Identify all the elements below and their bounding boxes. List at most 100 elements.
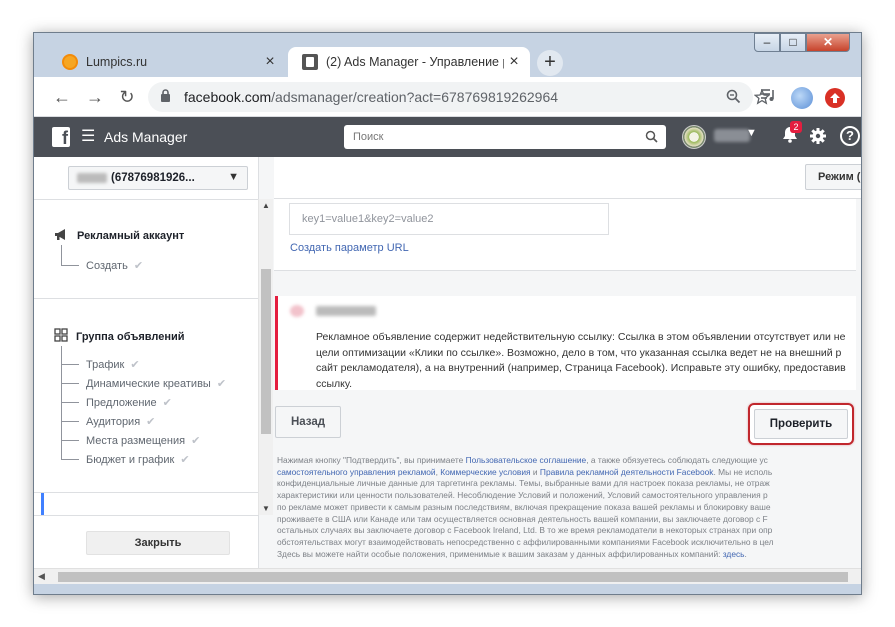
back-button[interactable]: Назад: [275, 406, 341, 438]
account-name-blurred: [77, 173, 107, 183]
check-icon: ✔: [191, 435, 201, 447]
tree-item-label: Предложение: [86, 397, 157, 409]
editor-pane: Режим ( key1=value1&key2=value2 Создать …: [274, 157, 861, 568]
tree-item-label: Аудитория: [86, 416, 141, 428]
advertising-policies-link[interactable]: Правила рекламной деятельности Facebook: [540, 467, 714, 477]
mode-button[interactable]: Режим (: [805, 164, 861, 190]
tree-connector: [61, 402, 79, 403]
tree-item-traffic[interactable]: Трафик ✔: [86, 358, 140, 371]
tree-item-dynamic-creatives[interactable]: Динамические креативы ✔: [86, 377, 226, 390]
tree-connector: [61, 459, 79, 460]
window-frame-bottom: [34, 584, 861, 594]
tree-connector: [61, 245, 62, 265]
tree-item-placements[interactable]: Места размещения ✔: [86, 434, 200, 447]
sidebar-scrollbar[interactable]: ▲ ▼: [258, 199, 273, 515]
url-host: facebook.com: [184, 89, 272, 105]
url-params-card: key1=value1&key2=value2 Создать параметр…: [274, 199, 856, 271]
minimize-button[interactable]: –: [754, 33, 780, 52]
menu-icon[interactable]: ☰: [81, 126, 95, 146]
app-title[interactable]: Ads Manager: [104, 129, 187, 145]
section-title: Группа объявлений: [76, 330, 185, 343]
facebook-logo-icon[interactable]: f: [52, 127, 70, 148]
horizontal-scrollbar[interactable]: ◀: [34, 568, 861, 584]
megaphone-icon: [54, 228, 69, 244]
navigation-sidebar: (67876981926... ▼ Рекламный аккаунт Созд…: [34, 157, 259, 568]
account-name-blurred[interactable]: [714, 129, 750, 142]
scroll-up-icon[interactable]: ▲: [262, 201, 270, 210]
legal-text-part: . Мы не исполь: [713, 466, 773, 477]
fb-header: f ☰ Ads Manager Поиск ▼ 2 ?: [34, 117, 861, 157]
grid-icon: [54, 328, 68, 345]
address-bar[interactable]: facebook.com/adsmanager/creation?act=678…: [148, 82, 771, 112]
browser-window: Lumpics.ru × (2) Ads Manager - Управлени…: [33, 32, 862, 595]
tree-connector: [61, 440, 79, 441]
tab-lumpics[interactable]: Lumpics.ru ×: [48, 47, 286, 77]
legal-text: Нажимая кнопку "Подтвердить", вы принима…: [277, 455, 857, 560]
tree-connector: [61, 383, 79, 384]
section-ad-set[interactable]: Группа объявлений: [54, 328, 185, 345]
reload-icon[interactable]: ↻: [115, 85, 139, 109]
divider: [34, 515, 259, 516]
lock-icon[interactable]: [160, 89, 174, 105]
tree-item-budget[interactable]: Бюджет и график ✔: [86, 453, 190, 466]
tree-item-create[interactable]: Создать ✔: [86, 259, 143, 272]
section-title: Рекламный аккаунт: [77, 230, 185, 242]
check-icon: ✔: [180, 454, 190, 466]
extension-icon[interactable]: [825, 88, 845, 108]
commercial-terms-link[interactable]: Коммерческие условия: [440, 467, 530, 477]
scroll-left-icon[interactable]: ◀: [38, 571, 45, 582]
tree-item-label: Бюджет и график: [86, 454, 175, 466]
close-button[interactable]: Закрыть: [86, 531, 230, 555]
self-serve-terms-link[interactable]: самостоятельного управления рекламой: [277, 467, 436, 477]
tab-close-icon[interactable]: ×: [260, 53, 280, 71]
scroll-thumb[interactable]: [261, 269, 271, 434]
search-icon[interactable]: [645, 125, 658, 150]
legal-text-part: конфиденциальные личные данные для тарге…: [277, 478, 774, 559]
page-content: (67876981926... ▼ Рекламный аккаунт Созд…: [34, 157, 861, 568]
section-ad-account[interactable]: Рекламный аккаунт: [54, 228, 184, 244]
tree-item-offer[interactable]: Предложение ✔: [86, 396, 172, 409]
new-tab-button[interactable]: +: [537, 50, 563, 76]
tab-close-icon[interactable]: ×: [504, 53, 524, 71]
ads-manager-favicon-icon: [302, 54, 318, 70]
account-dropdown-icon[interactable]: ▼: [746, 127, 757, 139]
back-arrow-icon[interactable]: ←: [50, 85, 74, 109]
lumpics-favicon-icon: [62, 54, 78, 70]
tree-item-audience[interactable]: Аудитория ✔: [86, 415, 155, 428]
legal-text-part: .: [744, 548, 747, 559]
tab-ads-manager[interactable]: (2) Ads Manager - Управление р ×: [288, 47, 530, 77]
tab-strip: Lumpics.ru × (2) Ads Manager - Управлени…: [34, 33, 861, 77]
help-icon[interactable]: ?: [840, 126, 860, 146]
url-path: /adsmanager/creation?act=678769819262964: [271, 89, 559, 105]
tree-connector: [61, 364, 79, 365]
account-avatar[interactable]: [682, 125, 706, 149]
tree-item-label: Создать: [86, 260, 128, 272]
forward-arrow-icon[interactable]: →: [83, 85, 107, 109]
create-url-param-link[interactable]: Создать параметр URL: [290, 242, 409, 254]
error-message: Рекламное объявление содержит недействит…: [316, 331, 846, 390]
check-icon: ✔: [162, 397, 172, 409]
divider: [34, 199, 259, 200]
verify-button-highlight: Проверить: [748, 403, 854, 445]
verify-button[interactable]: Проверить: [754, 409, 848, 439]
here-link[interactable]: здесь: [723, 549, 745, 559]
settings-gear-icon[interactable]: [809, 125, 827, 150]
scroll-thumb[interactable]: [58, 572, 848, 582]
tree-connector: [61, 421, 79, 422]
check-icon: ✔: [146, 416, 156, 428]
tree-item-label: Динамические креативы: [86, 378, 211, 390]
profile-avatar[interactable]: [791, 87, 813, 109]
scroll-down-icon[interactable]: ▼: [262, 504, 270, 513]
playlist-icon[interactable]: [760, 88, 776, 106]
url-params-input[interactable]: key1=value1&key2=value2: [289, 203, 609, 235]
window-close-button[interactable]: ✕: [806, 33, 850, 52]
search-placeholder: Поиск: [353, 131, 384, 143]
check-icon: ✔: [133, 260, 144, 272]
zoom-icon[interactable]: [726, 89, 741, 108]
maximize-button[interactable]: □: [780, 33, 806, 52]
chevron-down-icon: ▼: [228, 171, 239, 183]
account-selector[interactable]: (67876981926... ▼: [68, 166, 248, 190]
search-input[interactable]: Поиск: [344, 125, 666, 149]
selected-marker: [41, 493, 44, 515]
user-agreement-link[interactable]: Пользовательское соглашение: [466, 455, 587, 465]
